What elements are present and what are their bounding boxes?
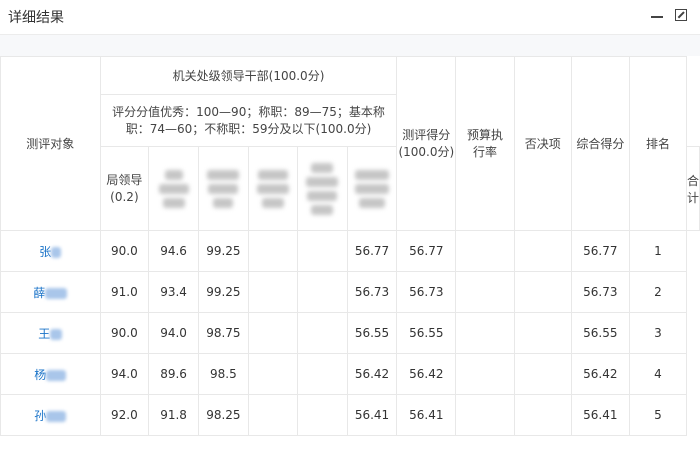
cell-value-3: 98.5 — [197, 353, 249, 395]
cell-bureau: 91.0 — [99, 271, 150, 313]
cell-bureau: 90.0 — [99, 230, 150, 272]
col-header-criteria: 评分分值优秀：100—90；称职：89—75；基本称职：74—60；不称职：59… — [99, 94, 398, 147]
col-header-overall: 综合得分 — [570, 56, 631, 231]
cell-total: 56.77 — [346, 230, 398, 272]
cell-budget — [455, 353, 515, 395]
col-header-budget: 预算执行率 — [455, 56, 515, 231]
col-header-rank: 排名 — [629, 56, 687, 231]
results-table: 测评对象 机关处级领导干部(100.0分) 测评得分(100.0分) 预算执行率… — [0, 56, 700, 436]
cell-value-2: 93.4 — [148, 271, 199, 313]
cell-value-2: 94.6 — [148, 230, 199, 272]
expand-icon[interactable] — [675, 9, 687, 21]
cell-veto — [513, 312, 572, 354]
col-header-veto: 否决项 — [513, 56, 572, 231]
cell-value-3: 98.25 — [197, 394, 249, 436]
cell-rank: 2 — [629, 271, 687, 313]
cell-score: 56.41 — [396, 394, 457, 436]
row-name-cell[interactable]: 王 — [0, 312, 101, 354]
col-header-object: 测评对象 — [0, 56, 101, 231]
criteria-text: 评分分值优秀：100—90；称职：89—75；基本称职：74—60；不称职：59… — [112, 104, 385, 136]
cell-overall: 56.41 — [570, 394, 631, 436]
minimize-icon[interactable] — [651, 16, 663, 18]
row-name[interactable]: 杨 — [34, 368, 46, 382]
cell-empty — [247, 394, 298, 436]
cell-overall: 56.42 — [570, 353, 631, 395]
table-row: 孙 92.0 91.8 98.25 56.41 56.41 56.41 5 — [0, 394, 700, 436]
row-name[interactable]: 薛 — [33, 286, 45, 300]
cell-veto — [513, 353, 572, 395]
row-name[interactable]: 孙 — [34, 409, 46, 423]
row-name[interactable]: 张 — [39, 245, 51, 259]
cell-empty — [247, 230, 298, 272]
row-name-cell[interactable]: 孙 — [0, 394, 101, 436]
cell-empty — [296, 230, 348, 272]
cell-score: 56.77 — [396, 230, 457, 272]
cell-total: 56.42 — [346, 353, 398, 395]
table-row: 张 90.0 94.6 99.25 56.77 56.77 56.77 1 — [0, 230, 700, 272]
col-header-group: 机关处级领导干部(100.0分) — [99, 56, 398, 95]
cell-rank: 3 — [629, 312, 687, 354]
cell-veto — [513, 271, 572, 313]
col-header-redacted-3 — [247, 146, 298, 231]
cell-empty — [296, 394, 348, 436]
col-header-score: 测评得分(100.0分) — [396, 56, 457, 231]
cell-budget — [455, 271, 515, 313]
cell-overall: 56.55 — [570, 312, 631, 354]
cell-empty — [247, 353, 298, 395]
table-row: 王 90.0 94.0 98.75 56.55 56.55 56.55 3 — [0, 312, 700, 354]
col-header-redacted-5 — [346, 146, 398, 231]
cell-empty — [296, 312, 348, 354]
col-header-redacted-4 — [296, 146, 348, 231]
cell-total: 56.55 — [346, 312, 398, 354]
panel-header: 详细结果 — [0, 0, 700, 35]
cell-rank: 1 — [629, 230, 687, 272]
cell-bureau: 90.0 — [99, 312, 150, 354]
panel-spacer — [0, 35, 700, 56]
cell-empty — [296, 353, 348, 395]
cell-budget — [455, 230, 515, 272]
cell-rank: 4 — [629, 353, 687, 395]
row-name[interactable]: 王 — [38, 327, 50, 341]
cell-score: 56.73 — [396, 271, 457, 313]
cell-empty — [296, 271, 348, 313]
row-name-cell[interactable]: 杨 — [0, 353, 101, 395]
cell-empty — [247, 312, 298, 354]
cell-veto — [513, 230, 572, 272]
col-header-redacted-1 — [148, 146, 199, 231]
col-header-budget-label: 预算执行率 — [466, 127, 503, 159]
cell-bureau: 92.0 — [99, 394, 150, 436]
cell-veto — [513, 394, 572, 436]
cell-value-2: 94.0 — [148, 312, 199, 354]
col-header-score-label: 测评得分(100.0分) — [398, 127, 455, 159]
cell-total: 56.73 — [346, 271, 398, 313]
cell-score: 56.55 — [396, 312, 457, 354]
cell-rank: 5 — [629, 394, 687, 436]
row-name-cell[interactable]: 张 — [0, 230, 101, 272]
cell-value-3: 99.25 — [197, 230, 249, 272]
col-header-redacted-2 — [197, 146, 249, 231]
cell-total: 56.41 — [346, 394, 398, 436]
col-header-total: 合计 — [685, 146, 700, 231]
cell-budget — [455, 312, 515, 354]
cell-value-3: 98.75 — [197, 312, 249, 354]
cell-overall: 56.77 — [570, 230, 631, 272]
cell-budget — [455, 394, 515, 436]
cell-score: 56.42 — [396, 353, 457, 395]
col-header-bureau-label: 局领导(0.2) — [106, 172, 143, 204]
col-header-bureau: 局领导(0.2) — [99, 146, 150, 231]
cell-value-3: 99.25 — [197, 271, 249, 313]
cell-empty — [247, 271, 298, 313]
table-row: 杨 94.0 89.6 98.5 56.42 56.42 56.42 4 — [0, 353, 700, 395]
row-name-cell[interactable]: 薛 — [0, 271, 101, 313]
cell-bureau: 94.0 — [99, 353, 150, 395]
table-row: 薛 91.0 93.4 99.25 56.73 56.73 56.73 2 — [0, 271, 700, 313]
panel-title: 详细结果 — [8, 10, 64, 26]
cell-value-2: 89.6 — [148, 353, 199, 395]
cell-overall: 56.73 — [570, 271, 631, 313]
cell-value-2: 91.8 — [148, 394, 199, 436]
